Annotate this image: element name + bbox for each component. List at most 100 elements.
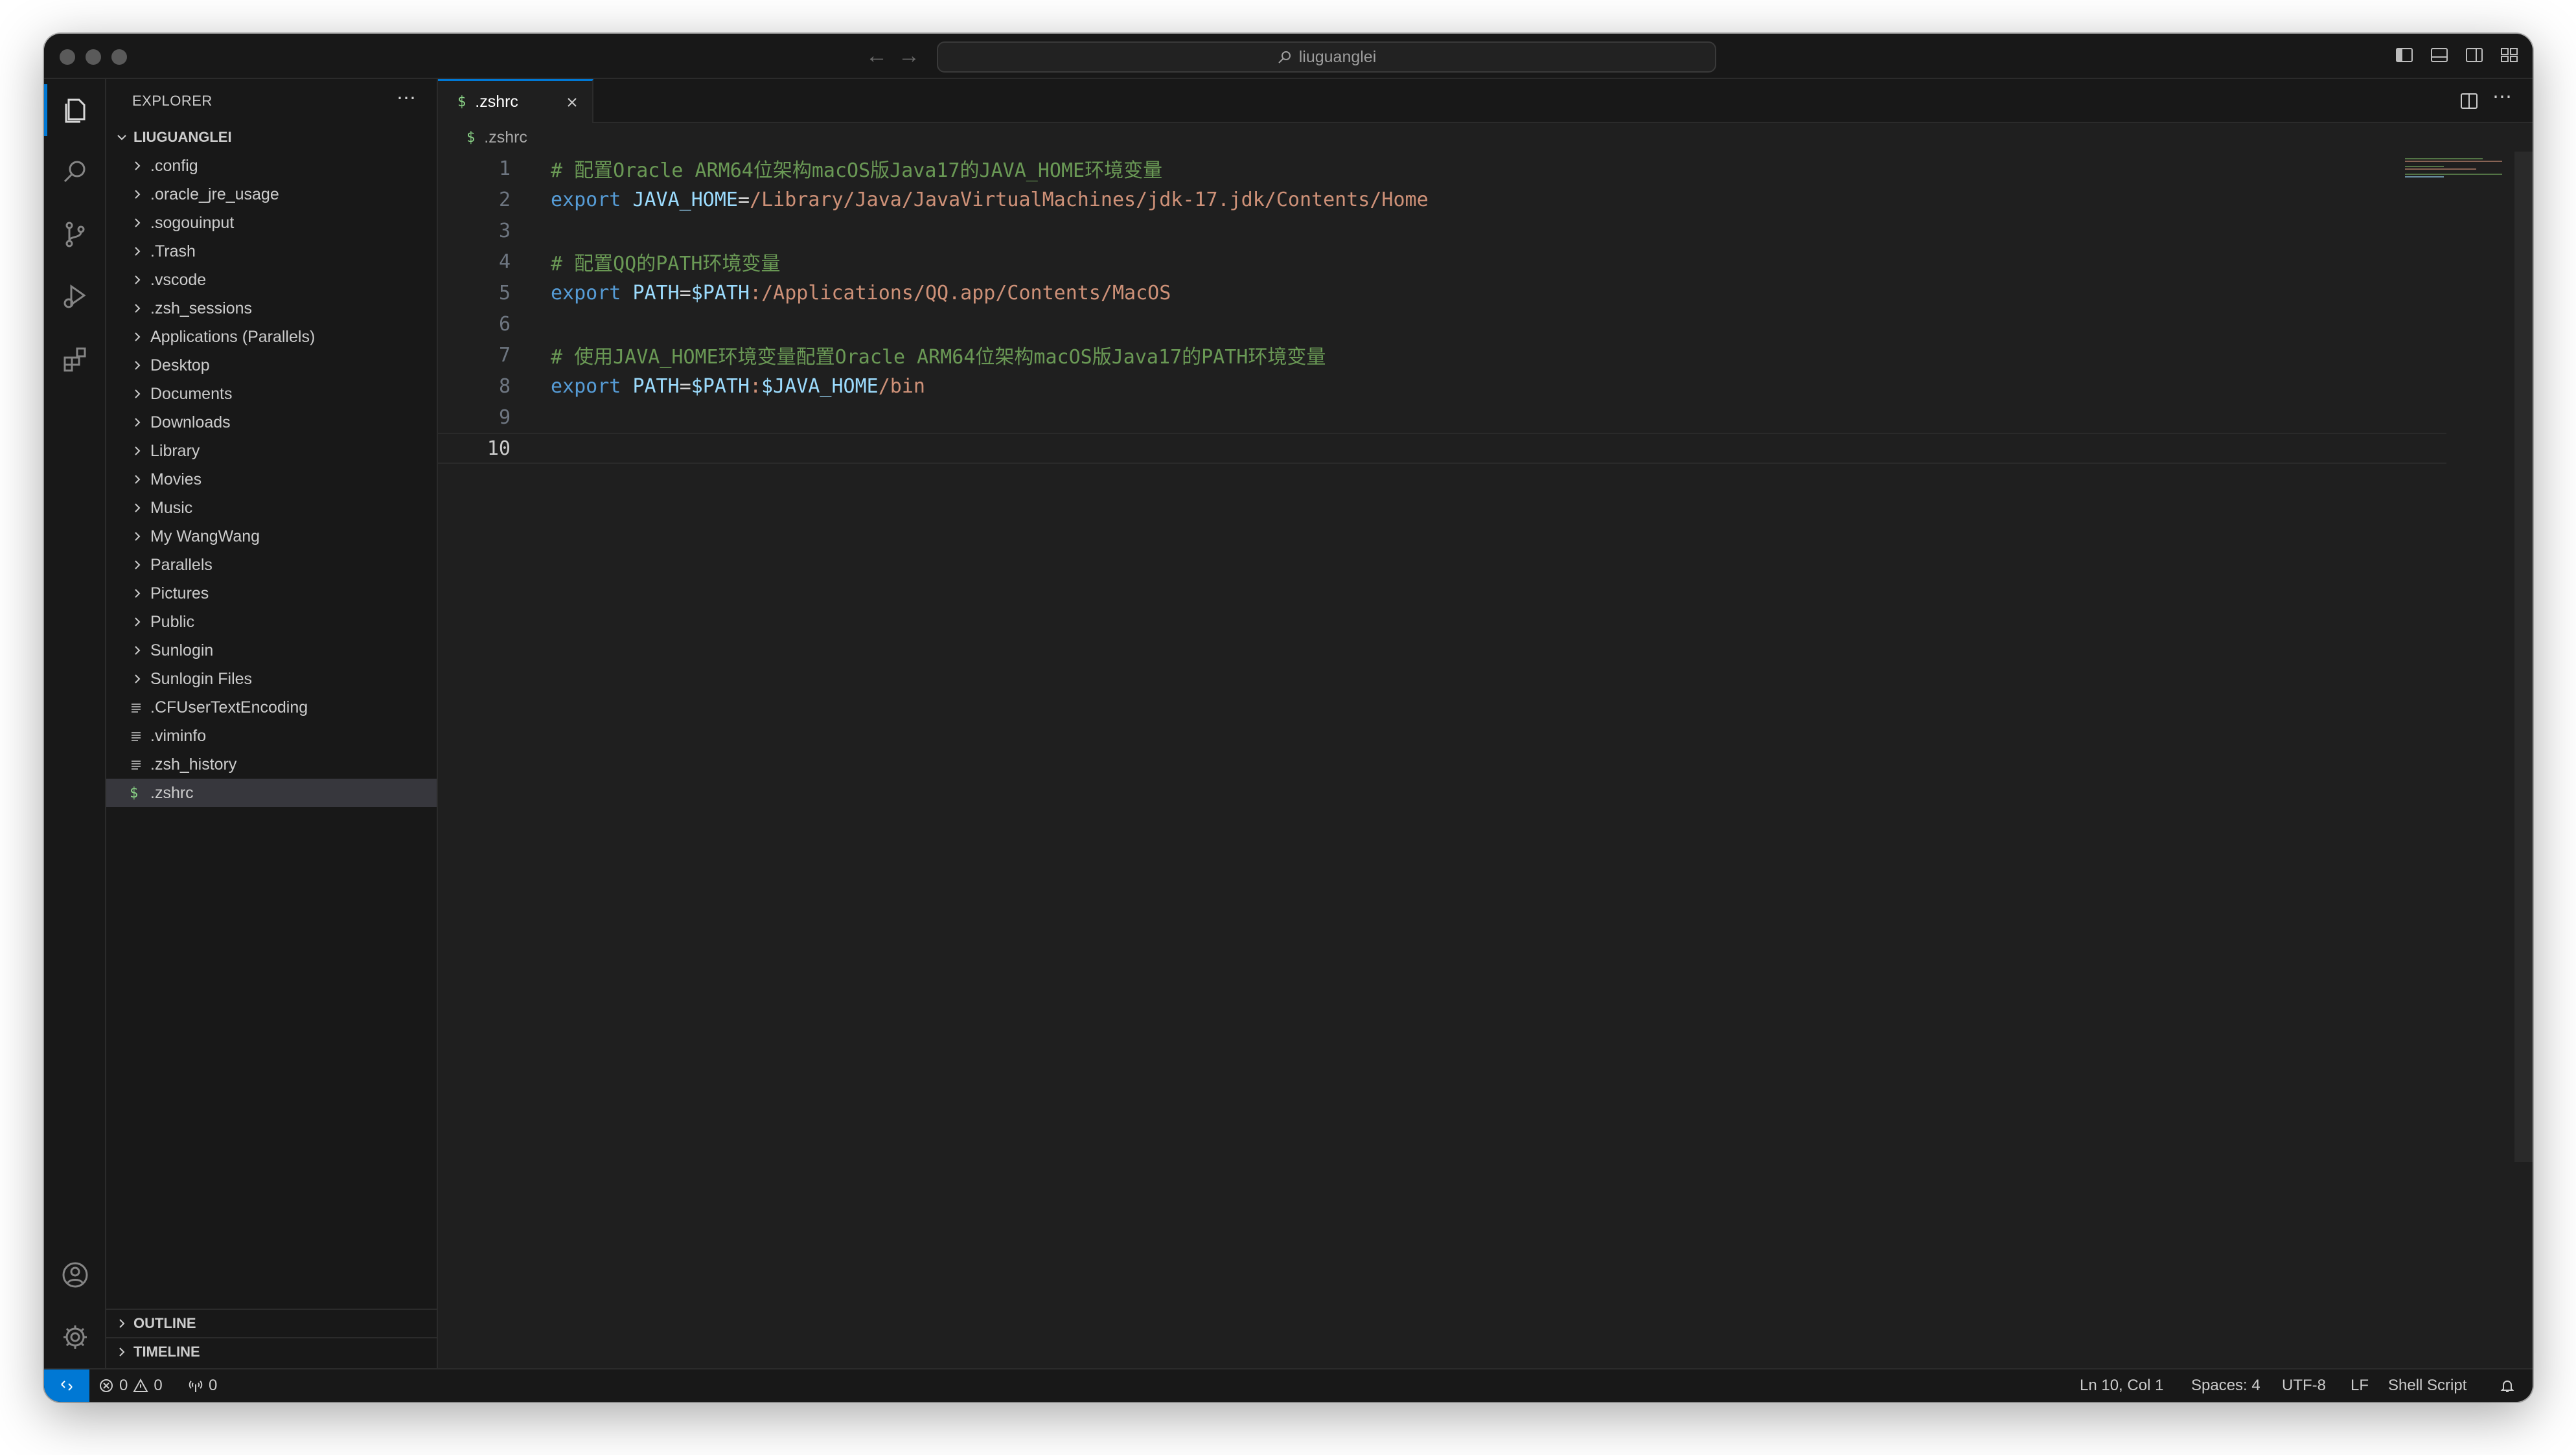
chevron-right-icon — [119, 1347, 125, 1357]
close-window-button[interactable] — [60, 49, 75, 65]
indentation-status[interactable]: Spaces: 4 — [2191, 1369, 2260, 1402]
tree-folder[interactable]: .Trash — [106, 237, 437, 266]
toggle-secondary-sidebar-icon[interactable] — [2465, 45, 2484, 65]
editor-scrollbar[interactable] — [2514, 152, 2533, 1162]
eol-status[interactable]: LF — [2351, 1369, 2369, 1402]
explorer-sidebar: EXPLORER ⋯ LIUGUANGLEI .config .oracle_jr… — [106, 79, 438, 1368]
encoding-status[interactable]: UTF-8 — [2282, 1369, 2326, 1402]
language-mode-status[interactable]: Shell Script — [2388, 1369, 2467, 1402]
tree-folder[interactable]: .zsh_sessions — [106, 294, 437, 323]
command-center-search[interactable]: liuguanglei — [937, 41, 1716, 73]
tree-file[interactable]: .CFUserTextEncoding — [106, 693, 437, 722]
chevron-down-icon — [117, 135, 126, 141]
remote-icon — [61, 1381, 73, 1391]
tree-item-label: .CFUserTextEncoding — [150, 698, 308, 716]
extensions-activity[interactable] — [44, 328, 106, 390]
line-number: 2 — [498, 188, 511, 211]
editor-more-actions-icon[interactable]: ⋯ — [2492, 86, 2513, 108]
cursor-position-status[interactable]: Ln 10, Col 1 — [2080, 1369, 2163, 1402]
customize-layout-icon[interactable] — [2500, 45, 2519, 65]
code-variable: $JAVA_HOME — [761, 374, 879, 398]
explorer-activity[interactable] — [44, 79, 106, 141]
tree-folder[interactable]: Pictures — [106, 579, 437, 608]
code-line[interactable]: 5 export PATH = $PATH:/Applications/QQ.app/… — [438, 277, 2446, 308]
tree-folder[interactable]: .sogouinput — [106, 209, 437, 237]
tree-file[interactable]: .zsh_history — [106, 750, 437, 779]
problems-status[interactable]: 0 0 — [98, 1369, 163, 1402]
manage-activity[interactable] — [44, 1306, 106, 1368]
tree-folder[interactable]: Music — [106, 494, 437, 522]
chevron-right-icon — [130, 158, 150, 174]
line-number: 9 — [498, 406, 511, 429]
breadcrumb: $ .zshrc — [438, 123, 2533, 152]
tree-folder[interactable]: Library — [106, 437, 437, 465]
forward-arrow-icon[interactable]: → — [898, 43, 920, 69]
vscode-window: ← → liuguanglei EXPLORER ⋯ LIUGUANGLEI .… — [44, 34, 2533, 1402]
split-editor-icon[interactable] — [2459, 91, 2479, 111]
workspace-folder-header[interactable]: LIUGUANGLEI — [106, 123, 437, 152]
close-icon[interactable] — [564, 94, 581, 111]
timeline-label: TIMELINE — [133, 1344, 200, 1360]
accounts-activity[interactable] — [44, 1244, 106, 1306]
tree-folder[interactable]: Sunlogin Files — [106, 665, 437, 693]
chevron-right-icon — [130, 643, 150, 658]
notifications-button[interactable] — [2500, 1369, 2515, 1402]
code-line[interactable]: 8 export PATH = $PATH: $JAVA_HOME/bin — [438, 371, 2446, 402]
tree-folder[interactable]: Public — [106, 608, 437, 636]
tree-folder[interactable]: Parallels — [106, 551, 437, 579]
code-line[interactable]: 2 export JAVA_HOME =/Library/Java/JavaVirt… — [438, 184, 2446, 215]
tree-folder[interactable]: Sunlogin — [106, 636, 437, 665]
code-variable: JAVA_HOME — [632, 188, 738, 211]
tree-file[interactable]: $ .zshrc — [106, 779, 437, 807]
ports-status[interactable]: 0 — [188, 1369, 217, 1402]
tree-folder[interactable]: Movies — [106, 465, 437, 494]
activity-bar — [44, 79, 106, 1368]
chevron-right-icon — [130, 500, 150, 516]
more-actions-icon[interactable]: ⋯ — [397, 87, 417, 109]
code-operator: = — [679, 374, 691, 398]
zoom-window-button[interactable] — [111, 49, 127, 65]
toggle-panel-icon[interactable] — [2430, 45, 2449, 65]
run-debug-activity[interactable] — [44, 266, 106, 328]
line-number: 10 — [487, 437, 511, 460]
shell-file-icon: $ — [466, 129, 476, 146]
toggle-primary-sidebar-icon[interactable] — [2395, 45, 2414, 65]
tab-zshrc[interactable]: $ .zshrc — [438, 79, 593, 123]
tree-item-label: Downloads — [150, 413, 231, 431]
remote-indicator-button[interactable] — [44, 1369, 89, 1402]
tree-folder[interactable]: Downloads — [106, 408, 437, 437]
line-number: 3 — [498, 219, 511, 242]
tree-folder[interactable]: My WangWang — [106, 522, 437, 551]
source-control-activity[interactable] — [44, 203, 106, 266]
run-debug-icon — [63, 284, 86, 308]
code-line[interactable]: 4 # 配置QQ的PATH环境变量 — [438, 246, 2446, 277]
tree-file[interactable]: .viminfo — [106, 722, 437, 750]
tree-folder[interactable]: Applications (Parallels) — [106, 323, 437, 351]
minimap[interactable] — [2405, 157, 2509, 189]
code-line[interactable]: 6 — [438, 308, 2446, 339]
code-editor[interactable]: 1 # 配置Oracle ARM64位架构macOS版Java17的JAVA_HO… — [438, 153, 2446, 464]
chevron-right-icon — [130, 415, 150, 430]
search-activity[interactable] — [44, 141, 106, 203]
error-count: 0 — [119, 1377, 128, 1394]
code-line[interactable]: 1 # 配置Oracle ARM64位架构macOS版Java17的JAVA_HO… — [438, 153, 2446, 184]
tree-folder[interactable]: Desktop — [106, 351, 437, 380]
back-arrow-icon[interactable]: ← — [866, 43, 888, 69]
outline-section[interactable]: OUTLINE — [106, 1309, 437, 1337]
line-number: 6 — [498, 312, 511, 336]
line-number: 5 — [498, 281, 511, 304]
code-line[interactable]: 7 # 使用JAVA_HOME环境变量配置Oracle ARM64位架构macOS… — [438, 339, 2446, 371]
tree-folder[interactable]: .vscode — [106, 266, 437, 294]
breadcrumb-file[interactable]: .zshrc — [484, 128, 527, 147]
tree-item-label: Desktop — [150, 356, 210, 374]
minimize-window-button[interactable] — [86, 49, 101, 65]
code-line[interactable]: 10 — [438, 433, 2446, 464]
tree-folder[interactable]: .oracle_jre_usage — [106, 180, 437, 209]
code-line[interactable]: 9 — [438, 402, 2446, 433]
code-line[interactable]: 3 — [438, 215, 2446, 246]
timeline-section[interactable]: TIMELINE — [106, 1337, 437, 1366]
tree-folder[interactable]: .config — [106, 152, 437, 180]
tree-item-label: .Trash — [150, 242, 196, 260]
tree-folder[interactable]: Documents — [106, 380, 437, 408]
tree-item-label: My WangWang — [150, 527, 260, 545]
